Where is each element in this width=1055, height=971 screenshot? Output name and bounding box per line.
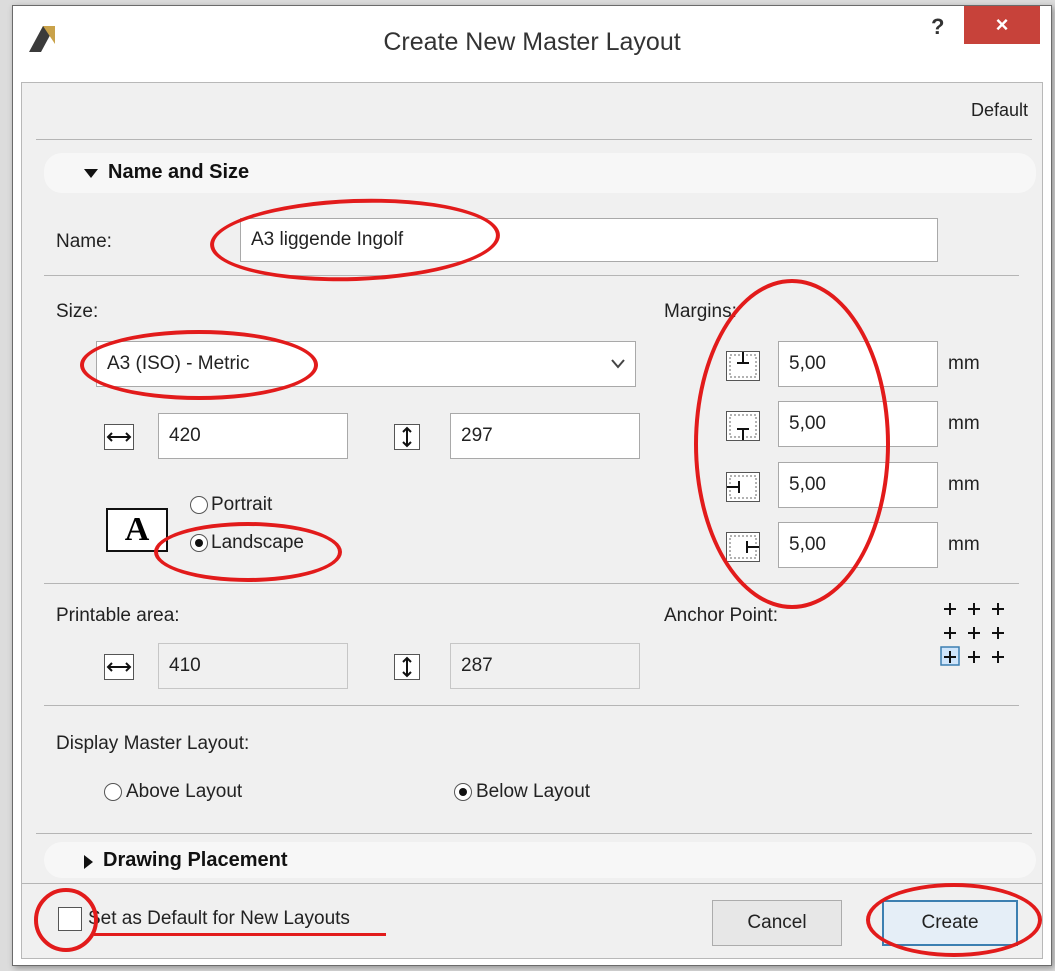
above-layout-radio[interactable] — [104, 783, 122, 801]
collapse-triangle-icon — [84, 169, 98, 179]
divider — [44, 275, 1019, 276]
divider — [44, 705, 1019, 706]
width-icon — [104, 424, 134, 450]
printable-width-field: 410 — [158, 643, 348, 689]
divider — [36, 833, 1032, 834]
height-field[interactable]: 297 — [450, 413, 640, 459]
annotation-underline — [94, 933, 386, 936]
below-layout-label[interactable]: Below Layout — [476, 781, 590, 803]
anchor-point-grid[interactable] — [940, 599, 1020, 679]
printable-height-field: 287 — [450, 643, 640, 689]
annotation-ring — [154, 522, 342, 582]
cancel-button[interactable]: Cancel — [712, 900, 842, 946]
divider — [22, 883, 1042, 884]
portrait-label[interactable]: Portrait — [211, 494, 272, 516]
set-default-label[interactable]: Set as Default for New Layouts — [88, 908, 350, 930]
close-button[interactable]: × — [964, 6, 1040, 44]
margin-right-unit: mm — [948, 534, 980, 555]
name-and-size-header[interactable]: Name and Size — [44, 153, 1036, 193]
margin-bottom-unit: mm — [948, 413, 980, 434]
name-label: Name: — [56, 231, 112, 252]
drawing-placement-header[interactable]: Drawing Placement — [44, 842, 1036, 878]
dialog-title: Create New Master Layout — [383, 28, 681, 56]
portrait-radio[interactable] — [190, 496, 208, 514]
annotation-ring — [866, 883, 1042, 957]
annotation-ring — [694, 279, 890, 609]
display-master-layout-label: Display Master Layout: — [56, 733, 250, 754]
create-master-layout-dialog: Create New Master Layout ? × Default Nam… — [12, 5, 1052, 966]
width-field[interactable]: 420 — [158, 413, 348, 459]
margin-top-unit: mm — [948, 353, 980, 374]
title-bar: Create New Master Layout ? × — [13, 6, 1051, 82]
printable-width-icon — [104, 654, 134, 680]
expand-triangle-icon — [84, 854, 93, 869]
size-label: Size: — [56, 301, 99, 322]
drawing-placement-title: Drawing Placement — [103, 849, 288, 871]
divider — [44, 583, 1019, 584]
annotation-ring — [208, 193, 502, 287]
margin-left-unit: mm — [948, 474, 980, 495]
height-icon — [394, 424, 420, 450]
dialog-body: Default Name and Size Name: A3 liggende … — [21, 82, 1043, 959]
name-and-size-title: Name and Size — [108, 161, 250, 183]
chevron-down-icon — [611, 359, 625, 369]
printable-area-label: Printable area: — [56, 605, 180, 626]
printable-height-icon — [394, 654, 420, 680]
settings-default-label: Default — [971, 100, 1029, 120]
help-button[interactable]: ? — [931, 14, 944, 40]
below-layout-radio[interactable] — [454, 783, 472, 801]
above-layout-label[interactable]: Above Layout — [126, 781, 242, 803]
annotation-ring — [34, 888, 98, 952]
divider — [36, 139, 1032, 140]
anchor-point-label: Anchor Point: — [664, 605, 779, 626]
annotation-ring — [80, 330, 318, 400]
